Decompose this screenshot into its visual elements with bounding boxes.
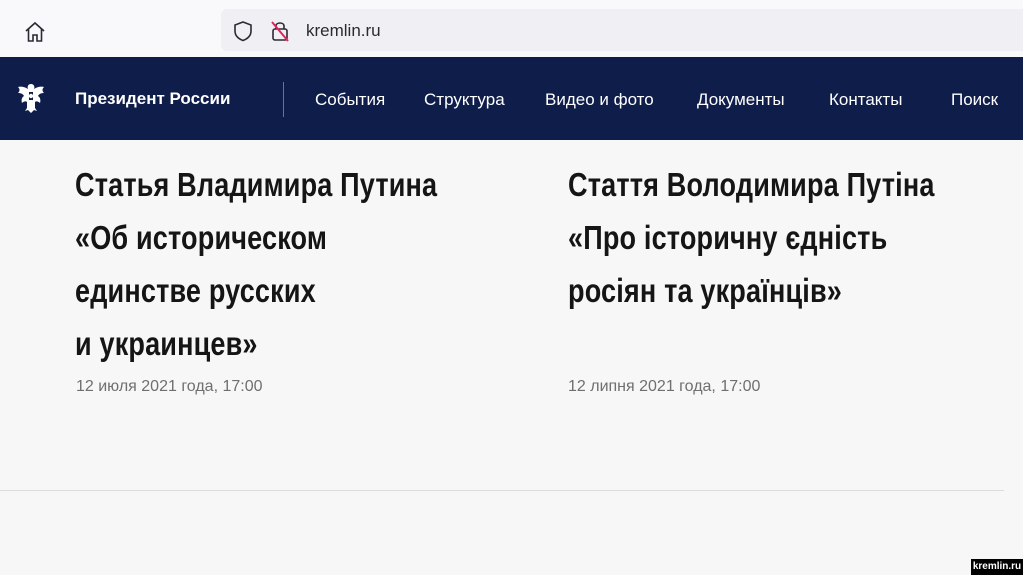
title-line[interactable]: росіян та українців» bbox=[568, 264, 935, 317]
nav-item-structure[interactable]: Структура bbox=[424, 90, 505, 110]
title-line[interactable]: «Про історичну єдність bbox=[568, 211, 935, 264]
site-brand-link[interactable]: Президент России bbox=[75, 89, 230, 109]
article-title-link[interactable]: Стаття Володимира Путіна «Про історичну … bbox=[568, 158, 935, 317]
shield-icon[interactable] bbox=[232, 20, 254, 42]
nav-divider bbox=[283, 82, 284, 117]
url-text[interactable]: kremlin.ru bbox=[306, 21, 381, 41]
article-title-link[interactable]: Статья Владимира Путина «Об историческом… bbox=[75, 158, 437, 370]
title-line[interactable]: «Об историческом bbox=[75, 211, 437, 264]
title-line[interactable]: единстве русских bbox=[75, 264, 437, 317]
insecure-lock-icon[interactable] bbox=[269, 19, 291, 43]
article-date: 12 июля 2021 года, 17:00 bbox=[76, 378, 263, 395]
title-line[interactable]: Стаття Володимира Путіна bbox=[568, 158, 935, 211]
site-header: Президент России События Структура Видео… bbox=[0, 57, 1023, 140]
nav-item-events[interactable]: События bbox=[315, 90, 385, 110]
home-icon[interactable] bbox=[22, 19, 48, 45]
nav-item-search[interactable]: Поиск bbox=[951, 90, 998, 110]
nav-item-video-photo[interactable]: Видео и фото bbox=[545, 90, 654, 110]
browser-toolbar: kremlin.ru bbox=[0, 0, 1023, 57]
title-line[interactable]: и украинцев» bbox=[75, 317, 437, 370]
nav-item-documents[interactable]: Документы bbox=[697, 90, 785, 110]
article-date: 12 липня 2021 года, 17:00 bbox=[568, 378, 761, 395]
nav-item-contacts[interactable]: Контакты bbox=[829, 90, 902, 110]
content-divider bbox=[0, 490, 1004, 491]
address-bar[interactable]: kremlin.ru bbox=[221, 9, 1023, 51]
source-watermark: kremlin.ru bbox=[971, 559, 1023, 575]
double-eagle-emblem-icon[interactable] bbox=[11, 78, 51, 118]
title-line[interactable]: Статья Владимира Путина bbox=[75, 158, 437, 211]
